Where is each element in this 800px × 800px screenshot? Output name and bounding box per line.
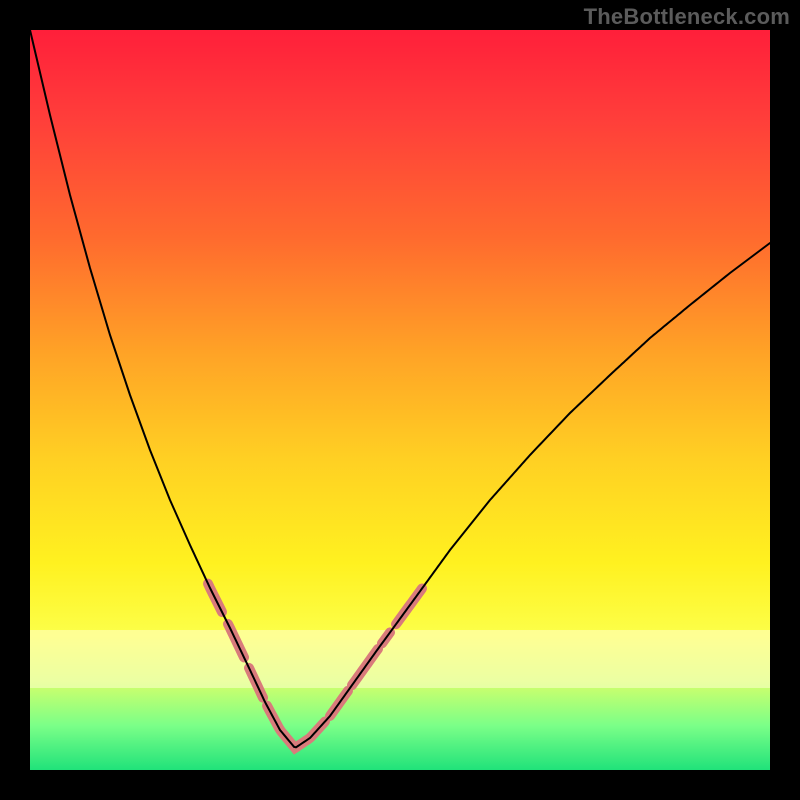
curve-svg <box>30 30 770 770</box>
marker-group <box>208 584 422 748</box>
chart-frame: TheBottleneck.com <box>0 0 800 800</box>
plot-area <box>30 30 770 770</box>
bottleneck-curve <box>30 30 770 747</box>
marker-valley <box>267 706 325 748</box>
watermark-text: TheBottleneck.com <box>584 4 790 30</box>
curve-group <box>30 30 770 747</box>
